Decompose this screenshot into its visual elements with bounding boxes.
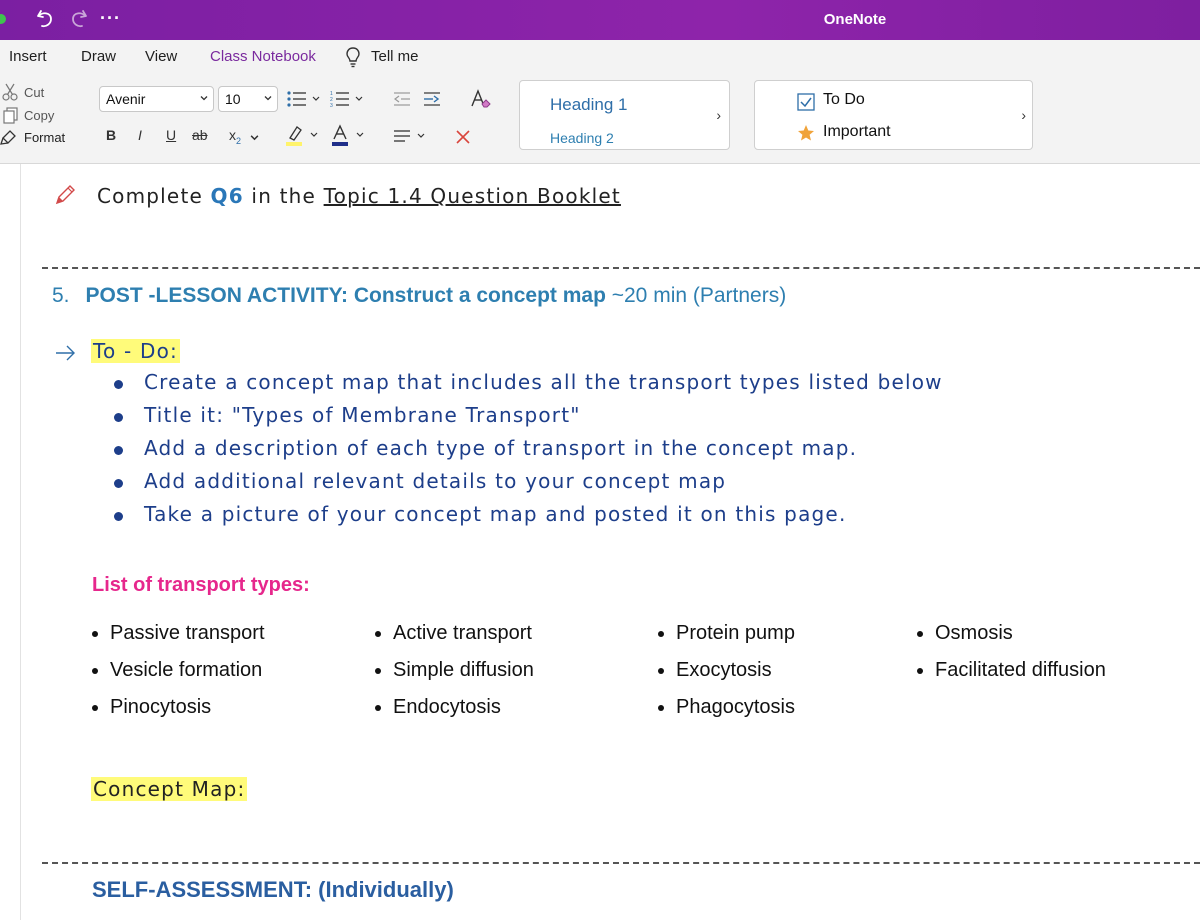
transport-list-title: List of transport types: xyxy=(92,574,310,596)
tab-view[interactable]: View xyxy=(145,48,177,65)
style-heading-2[interactable]: Heading 2 xyxy=(550,130,614,146)
close-icon[interactable] xyxy=(455,129,471,145)
list-item: Add a description of each type of transp… xyxy=(110,436,943,469)
list-item: Facilitated diffusion xyxy=(917,659,1106,696)
title-bar: ··· OneNote xyxy=(0,0,1200,40)
chevron-right-icon[interactable]: › xyxy=(716,107,721,123)
list-item: Endocytosis xyxy=(375,696,534,733)
list-item: Active transport xyxy=(375,622,534,659)
scissors-icon xyxy=(2,83,18,101)
bulleted-list-icon[interactable] xyxy=(286,90,322,108)
svg-text:3: 3 xyxy=(330,103,333,108)
styles-gallery[interactable]: Heading 1 Heading 2 › xyxy=(519,80,730,150)
list-item: Take a picture of your concept map and p… xyxy=(110,502,943,535)
italic-button[interactable]: I xyxy=(138,127,142,143)
list-item: Phagocytosis xyxy=(658,696,795,733)
style-heading-1[interactable]: Heading 1 xyxy=(550,95,628,115)
section-title: POST -LESSON ACTIVITY: Construct a conce… xyxy=(85,284,606,307)
list-item: Osmosis xyxy=(917,622,1106,659)
align-icon[interactable] xyxy=(393,129,429,143)
copy-icon xyxy=(3,107,18,124)
dashed-divider xyxy=(42,862,1200,864)
tag-important[interactable]: Important xyxy=(823,123,891,141)
copy-label: Copy xyxy=(24,108,55,123)
font-color-icon[interactable] xyxy=(331,124,371,146)
section-extra: ~20 min (Partners) xyxy=(605,284,787,307)
checkbox-icon xyxy=(797,93,815,111)
section-heading: 5. POST -LESSON ACTIVITY: Construct a con… xyxy=(52,284,786,308)
format-label: Format xyxy=(24,130,66,145)
note-page[interactable]: Complete Q6 in the Topic 1.4 Question Bo… xyxy=(0,164,1200,920)
font-size-select[interactable]: 10 xyxy=(218,86,278,112)
question-number: Q6 xyxy=(210,184,244,208)
cut-label: Cut xyxy=(24,85,45,100)
numbered-list-icon[interactable]: 1 2 3 xyxy=(330,90,366,108)
redo-icon[interactable] xyxy=(66,6,90,32)
list-item: Passive transport xyxy=(92,622,265,659)
self-assessment-heading: SELF-ASSESSMENT: (Individually) xyxy=(92,877,454,902)
section-number: 5. xyxy=(52,284,70,307)
arrow-right-icon xyxy=(56,345,75,361)
concept-map-label: Concept Map: xyxy=(91,777,248,801)
dashed-divider xyxy=(42,267,1200,269)
list-item: Vesicle formation xyxy=(92,659,265,696)
ribbon-toolbar: Cut Copy Format Avenir 10 1 2 3 B I U ab… xyxy=(0,74,1200,164)
list-item: Exocytosis xyxy=(658,659,795,696)
star-icon xyxy=(798,125,814,141)
list-item: Simple diffusion xyxy=(375,659,534,696)
lightbulb-icon xyxy=(346,47,360,68)
font-family-select[interactable]: Avenir xyxy=(99,86,214,112)
transport-column: Active transport Simple diffusion Endocy… xyxy=(375,622,534,733)
highlighter-icon[interactable] xyxy=(284,124,324,146)
app-title: OneNote xyxy=(823,11,887,28)
strikethrough-button[interactable]: ab xyxy=(192,127,208,143)
tag-todo[interactable]: To Do xyxy=(823,91,865,109)
chevron-right-icon[interactable]: › xyxy=(1021,107,1026,123)
tab-draw[interactable]: Draw xyxy=(81,48,116,65)
underline-button[interactable]: U xyxy=(166,127,176,143)
transport-column: Passive transport Vesicle formation Pino… xyxy=(92,622,265,733)
page-margin xyxy=(20,164,21,920)
decrease-indent-icon[interactable] xyxy=(393,91,411,107)
transport-column: Osmosis Facilitated diffusion xyxy=(917,622,1106,696)
clear-formatting-icon[interactable] xyxy=(469,88,491,110)
paintbrush-icon xyxy=(0,130,16,145)
instruction-line: Complete Q6 in the Topic 1.4 Question Bo… xyxy=(97,184,621,208)
transport-column: Protein pump Exocytosis Phagocytosis xyxy=(658,622,795,733)
chevron-down-icon[interactable] xyxy=(250,133,259,142)
todo-label: To - Do: xyxy=(91,339,180,363)
bold-button[interactable]: B xyxy=(106,127,116,143)
font-size-value: 10 xyxy=(225,91,241,107)
tab-class-notebook[interactable]: Class Notebook xyxy=(210,48,316,65)
undo-icon[interactable] xyxy=(34,6,58,32)
list-item: Protein pump xyxy=(658,622,795,659)
increase-indent-icon[interactable] xyxy=(423,91,441,107)
question-booklet-link[interactable]: Topic 1.4 Question Booklet xyxy=(324,184,621,208)
pencil-icon xyxy=(55,185,75,205)
menu-bar: Insert Draw View Class Notebook Tell me xyxy=(0,40,1200,74)
tags-gallery[interactable]: To Do Important › xyxy=(754,80,1033,150)
list-item: Pinocytosis xyxy=(92,696,265,733)
tab-insert[interactable]: Insert xyxy=(9,48,47,65)
window-zoom-button[interactable] xyxy=(0,14,6,24)
chevron-down-icon xyxy=(200,96,208,101)
list-item: Title it: "Types of Membrane Transport" xyxy=(110,403,943,436)
more-options-button[interactable]: ··· xyxy=(100,8,121,29)
font-family-value: Avenir xyxy=(106,91,146,107)
subscript-button[interactable]: x2 xyxy=(229,127,241,146)
list-item: Create a concept map that includes all t… xyxy=(110,370,943,403)
todo-list: Create a concept map that includes all t… xyxy=(110,370,943,535)
chevron-down-icon xyxy=(264,96,272,101)
instruction-prefix: Complete xyxy=(97,184,211,208)
list-item: Add additional relevant details to your … xyxy=(110,469,943,502)
tell-me-search[interactable]: Tell me xyxy=(371,48,419,65)
instruction-middle: in the xyxy=(243,184,324,208)
